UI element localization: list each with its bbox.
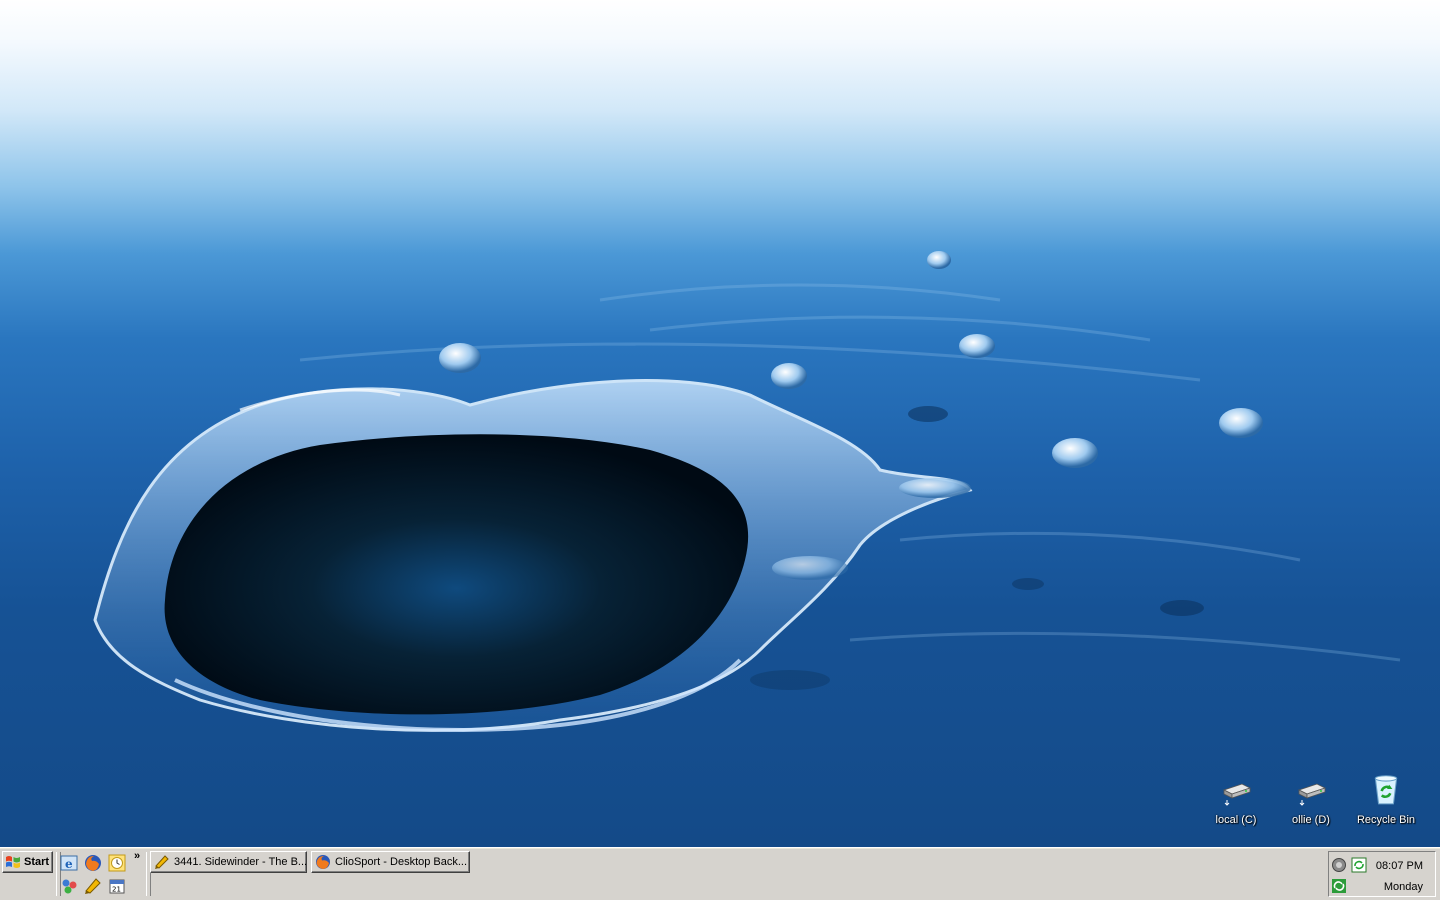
system-tray: 08:07 PM Monday [1328, 851, 1436, 897]
clock-icon[interactable] [108, 854, 126, 872]
desktop-wallpaper: local (C) ollie (D) Recycle Bin [0, 0, 1440, 847]
clock-day: Monday [1383, 881, 1423, 893]
network-icon[interactable] [60, 877, 78, 895]
network-status-icon[interactable] [1331, 878, 1347, 894]
hard-drive-icon [1297, 783, 1327, 806]
svg-text:21: 21 [112, 886, 121, 894]
windows-logo-icon [6, 856, 20, 868]
clock-time[interactable]: 08:07 PM [1376, 860, 1423, 872]
task-button-sidewinder[interactable]: 3441. Sidewinder - The B... [150, 851, 307, 873]
desktop-icon-label: Recycle Bin [1356, 814, 1416, 826]
start-label: Start [24, 856, 50, 868]
desktop-icon-label: local (C) [1215, 814, 1257, 826]
media-icon[interactable] [84, 877, 102, 895]
task-button-label: 3441. Sidewinder - The B... [174, 856, 307, 868]
calendar-icon[interactable]: 21 [108, 877, 126, 895]
desktop-icon-label: ollie (D) [1292, 814, 1330, 826]
firefox-icon[interactable] [84, 854, 102, 872]
task-button-label: ClioSport - Desktop Back... [335, 856, 468, 868]
firefox-icon [316, 855, 330, 869]
ie-icon[interactable]: e [60, 854, 78, 872]
taskbar: Start e 21 » 3441. Sidewinder - The B...… [0, 847, 1440, 900]
hard-drive-icon [1222, 783, 1252, 806]
svg-text:e: e [65, 857, 73, 871]
desktop-icon-local-c[interactable]: local (C) [1198, 776, 1274, 827]
desktop-icon-recycle-bin[interactable]: Recycle Bin [1348, 770, 1424, 827]
sync-icon[interactable] [1351, 857, 1367, 873]
pencil-app-icon [155, 855, 169, 869]
task-button-cliosport[interactable]: ClioSport - Desktop Back... [311, 851, 470, 873]
water-splash-wallpaper [93, 251, 1401, 732]
quick-launch-toolbar: e 21 [60, 852, 144, 896]
volume-icon[interactable] [1331, 857, 1347, 873]
desktop-icon-ollie-d[interactable]: ollie (D) [1273, 776, 1349, 827]
start-button[interactable]: Start [2, 851, 53, 873]
quick-launch-chevron[interactable]: » [134, 850, 140, 862]
recycle-bin-icon [1374, 775, 1398, 805]
